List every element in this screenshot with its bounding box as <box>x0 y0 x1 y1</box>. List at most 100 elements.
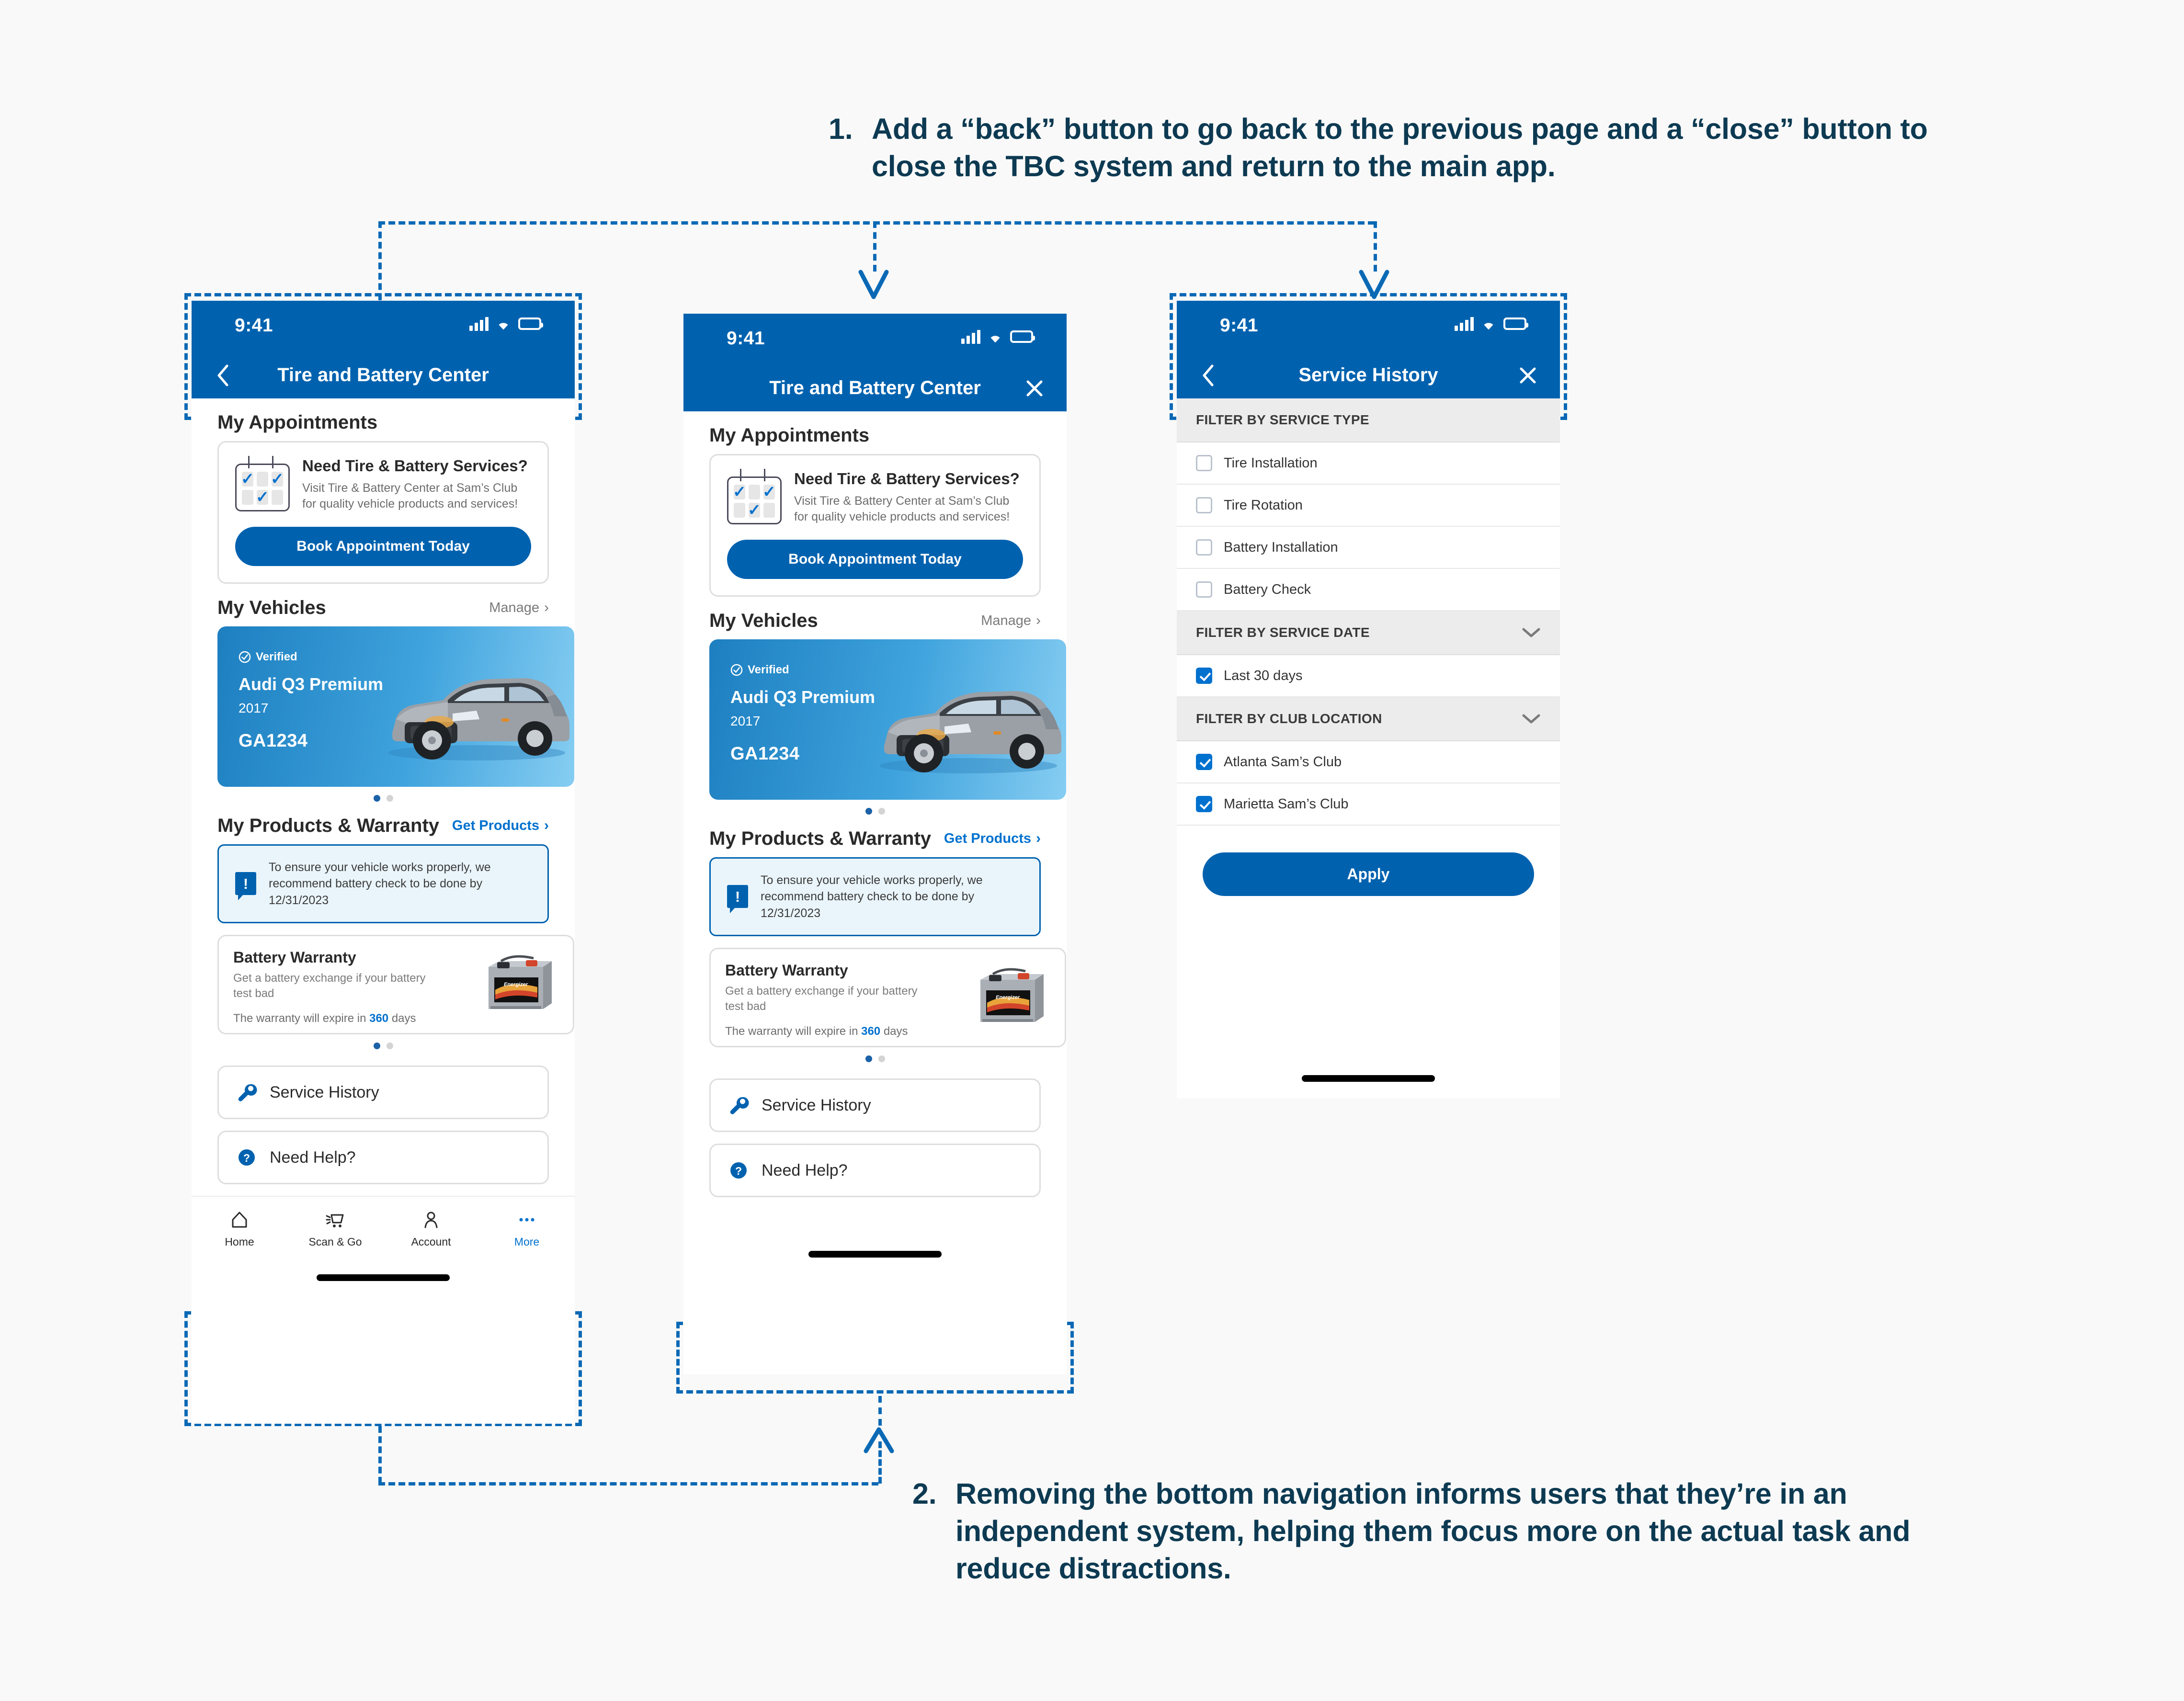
filter-group-label: FILTER BY CLUB LOCATION <box>1196 711 1382 726</box>
checkbox[interactable] <box>1196 539 1212 556</box>
row-need-help[interactable]: ? Need Help? <box>217 1131 549 1184</box>
carousel-dot[interactable] <box>865 807 872 815</box>
get-products-link[interactable]: Get Products › <box>452 818 549 834</box>
wrench-icon <box>238 1084 257 1101</box>
checkbox[interactable] <box>1196 754 1212 770</box>
status-icons <box>961 329 1035 344</box>
warranty-carousel[interactable]: Battery Warranty Get a battery exchange … <box>683 948 1067 1047</box>
vehicle-card[interactable]: Verified Audi Q3 Premium 2017 GA1234 <box>709 639 1066 800</box>
book-appointment-button[interactable]: Book Appointment Today <box>235 526 531 566</box>
alert-text: To ensure your vehicle works properly, w… <box>269 860 491 907</box>
row-need-help[interactable]: ? Need Help? <box>709 1144 1041 1197</box>
home-indicator[interactable] <box>808 1251 942 1258</box>
book-appointment-button[interactable]: Book Appointment Today <box>727 539 1023 579</box>
appointment-card-body: Visit Tire & Battery Center at Sam’s Clu… <box>302 481 518 511</box>
filter-option-label: Last 30 days <box>1224 668 1303 683</box>
checkbox[interactable] <box>1196 497 1212 513</box>
home-indicator[interactable] <box>1302 1075 1435 1082</box>
vehicles-carousel[interactable]: Verified Audi Q3 Premium 2017 GA1234 <box>683 639 1067 800</box>
carousel-dot[interactable] <box>386 794 393 802</box>
checkbox[interactable] <box>1196 668 1212 684</box>
chevron-left-icon <box>1203 364 1214 386</box>
close-x-icon <box>1520 367 1536 383</box>
checkbox[interactable] <box>1196 581 1212 598</box>
close-button[interactable] <box>1022 375 1047 401</box>
calendar-check-icon <box>235 456 290 511</box>
carousel-dot[interactable] <box>878 807 885 815</box>
filter-option-label: Marietta Sam’s Club <box>1224 796 1349 812</box>
warranty-subtitle: Get a battery exchange if your battery t… <box>233 972 426 1000</box>
battery-icon <box>518 318 543 330</box>
bottom-nav-home[interactable]: Home <box>204 1209 275 1248</box>
vehicle-photo <box>388 678 569 760</box>
warranty-card[interactable]: Battery Warranty Get a battery exchange … <box>709 948 1066 1047</box>
vehicle-year: 2017 <box>239 700 269 715</box>
section-head-products: My Products & Warranty Get Products › <box>192 815 575 837</box>
filter-option-last-30-days[interactable]: Last 30 days <box>1177 655 1560 697</box>
callout-connector-bottom-bus <box>378 1482 878 1486</box>
home-indicator[interactable] <box>317 1274 450 1281</box>
bottom-nav-bar: Home Scan & Go Account More <box>192 1196 575 1258</box>
vehicle-name: Audi Q3 Premium <box>239 674 384 694</box>
filter-option-battery-check[interactable]: Battery Check <box>1177 569 1560 611</box>
filter-option-atlanta-sams-club[interactable]: Atlanta Sam’s Club <box>1177 741 1560 783</box>
warranty-subtitle: Get a battery exchange if your battery t… <box>725 985 918 1013</box>
callout-connector-screen2-rise <box>878 1396 882 1426</box>
appointments-heading: My Appointments <box>709 425 870 446</box>
filter-group-header-club-location[interactable]: FILTER BY CLUB LOCATION <box>1177 697 1560 741</box>
carousel-dot[interactable] <box>865 1055 872 1062</box>
products-heading: My Products & Warranty <box>709 828 932 849</box>
filter-option-battery-installation[interactable]: Battery Installation <box>1177 527 1560 569</box>
back-button[interactable] <box>210 363 236 388</box>
vehicle-photo <box>880 691 1061 773</box>
carousel-dot[interactable] <box>386 1043 393 1049</box>
phone-screen-1: 9:41 Tire and Battery Center My Appointm… <box>192 301 575 1424</box>
row-service-history[interactable]: Service History <box>217 1066 549 1119</box>
filter-option-marietta-sams-club[interactable]: Marietta Sam’s Club <box>1177 783 1560 826</box>
row-label: Service History <box>762 1096 871 1114</box>
bottom-nav-more[interactable]: More <box>491 1209 563 1248</box>
calendar-check-icon <box>727 469 782 524</box>
vehicle-card[interactable]: Verified Audi Q3 Premium 2017 GA1234 <box>217 626 574 787</box>
checkbox[interactable] <box>1196 455 1212 471</box>
filter-option-tire-rotation[interactable]: Tire Rotation <box>1177 485 1560 527</box>
carousel-dot[interactable] <box>878 1055 885 1062</box>
back-button[interactable] <box>1195 363 1221 388</box>
wifi-icon <box>987 329 1003 344</box>
row-service-history[interactable]: Service History <box>709 1078 1041 1132</box>
home-indicator-bar-3 <box>1177 1059 1560 1098</box>
manage-vehicles-link[interactable]: Manage › <box>981 613 1041 629</box>
status-time: 9:41 <box>1220 315 1259 336</box>
filter-option-tire-installation[interactable]: Tire Installation <box>1177 442 1560 485</box>
bottom-nav-account[interactable]: Account <box>395 1209 467 1248</box>
section-head-vehicles: My Vehicles Manage › <box>192 597 575 619</box>
carousel-dot[interactable] <box>373 1043 380 1049</box>
filter-group-header-service-type[interactable]: FILTER BY SERVICE TYPE <box>1177 398 1560 442</box>
filter-option-label: Battery Check <box>1224 581 1311 597</box>
status-bar-2: 9:41 <box>683 314 1067 365</box>
manage-vehicles-link[interactable]: Manage › <box>489 600 549 616</box>
bottom-nav-scan-and-go[interactable]: Scan & Go <box>299 1209 371 1248</box>
manage-vehicles-label: Manage <box>489 600 539 615</box>
close-button[interactable] <box>1515 363 1541 388</box>
cellular-signal-icon <box>1455 317 1474 331</box>
get-products-link[interactable]: Get Products › <box>944 831 1041 847</box>
bottom-nav-label: Scan & Go <box>308 1236 362 1248</box>
arrow-up-screen2-bottom <box>864 1427 894 1453</box>
phone-screen-3: 9:41 Service History FILTER BY SERVICE T… <box>1177 301 1560 1098</box>
vehicles-carousel[interactable]: Verified Audi Q3 Premium 2017 GA1234 <box>192 626 575 787</box>
page-title: Tire and Battery Center <box>769 377 981 398</box>
bottom-nav-label: More <box>514 1236 540 1248</box>
battery-check-alert: ! To ensure your vehicle works properly,… <box>709 857 1041 936</box>
carousel-dot[interactable] <box>373 794 380 802</box>
verified-badge: Verified <box>239 650 297 664</box>
warranty-card[interactable]: Battery Warranty Get a battery exchange … <box>217 935 574 1034</box>
status-time: 9:41 <box>235 315 273 336</box>
checkbox[interactable] <box>1196 796 1212 812</box>
annotation-1: 1. Add a “back” button to go back to the… <box>829 110 1988 185</box>
filter-group-header-service-date[interactable]: FILTER BY SERVICE DATE <box>1177 611 1560 655</box>
vehicle-year: 2017 <box>730 713 761 728</box>
apply-button[interactable]: Apply <box>1203 852 1534 896</box>
wrench-icon <box>730 1097 749 1114</box>
warranty-carousel[interactable]: Battery Warranty Get a battery exchange … <box>192 935 575 1034</box>
